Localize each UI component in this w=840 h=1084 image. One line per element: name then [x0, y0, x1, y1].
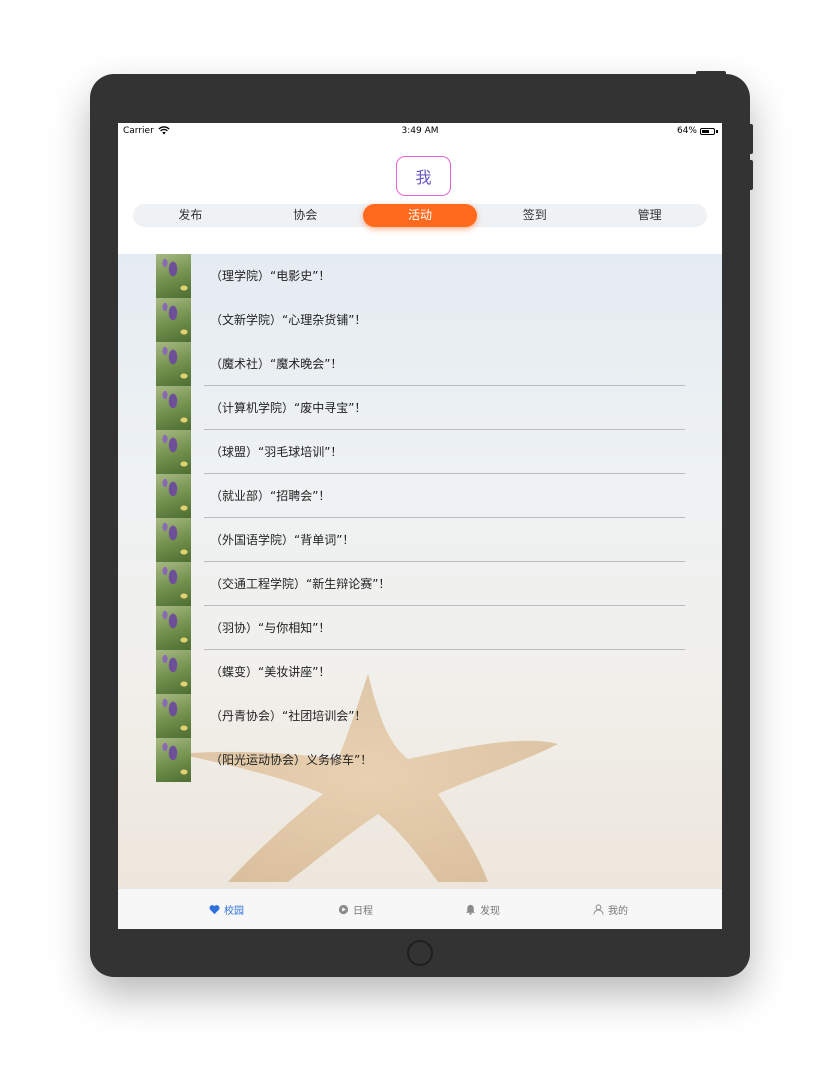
play-circle-icon: [338, 904, 349, 915]
list-item[interactable]: （丹青协会）“社团培训会”！: [118, 694, 722, 738]
event-thumbnail: [156, 474, 191, 518]
tab-label: 我的: [608, 905, 628, 917]
tab-label: 校园: [224, 905, 244, 917]
volume-up-button: [748, 124, 753, 154]
event-title: （理学院）“电影史”！: [210, 269, 331, 283]
list-item[interactable]: （就业部）“招聘会”！: [118, 474, 722, 518]
segment-association[interactable]: 协会: [248, 204, 363, 227]
event-title: （外国语学院）“背单词”！: [210, 533, 355, 547]
battery-percent: 64%: [676, 126, 697, 136]
event-title: （计算机学院）“废中寻宝”！: [210, 401, 367, 415]
activity-list-area: （理学院）“电影史”！ （文新学院）“心理杂货铺”！ （魔术社）“魔术晚会”！ …: [118, 254, 722, 888]
event-thumbnail: [156, 298, 191, 342]
tab-discover[interactable]: 发现: [465, 889, 500, 929]
avatar[interactable]: 我: [396, 156, 451, 196]
segment-publish[interactable]: 发布: [133, 204, 248, 227]
tab-label: 发现: [480, 905, 500, 917]
volume-down-button: [748, 160, 753, 190]
event-thumbnail: [156, 562, 191, 606]
app-screen: Carrier 3:49 AM 64% 我 发布 协会 活动 签到 管理 （理学…: [118, 123, 722, 929]
event-thumbnail: [156, 606, 191, 650]
event-thumbnail: [156, 518, 191, 562]
person-icon: [593, 903, 604, 915]
home-button[interactable]: [407, 940, 433, 966]
battery-icon: [700, 127, 715, 135]
list-item[interactable]: （魔术社）“魔术晚会”！: [118, 342, 722, 386]
power-button: [696, 71, 726, 77]
list-item[interactable]: （球盟）“羽毛球培训”！: [118, 430, 722, 474]
bottom-tab-bar: 校园 日程 发现 我的: [118, 888, 722, 929]
event-title: （羽协）“与你相知”！: [210, 621, 331, 635]
event-thumbnail: [156, 694, 191, 738]
list-item[interactable]: （交通工程学院）“新生辩论赛”！: [118, 562, 722, 606]
segmented-control: 发布 协会 活动 签到 管理: [133, 204, 707, 227]
list-item[interactable]: （计算机学院）“废中寻宝”！: [118, 386, 722, 430]
event-title: （球盟）“羽毛球培训”！: [210, 445, 343, 459]
status-bar: Carrier 3:49 AM 64%: [118, 123, 722, 141]
event-title: （文新学院）“心理杂货铺”！: [210, 313, 367, 327]
tab-campus[interactable]: 校园: [209, 889, 244, 929]
list-item[interactable]: （蝶变）“美妆讲座”！: [118, 650, 722, 694]
event-title: （丹青协会）“社团培训会”！: [210, 709, 367, 723]
status-time: 3:49 AM: [401, 126, 439, 136]
event-thumbnail: [156, 254, 191, 298]
tab-mine[interactable]: 我的: [593, 889, 628, 929]
event-title: （阳光运动协会）义务修车”！: [210, 753, 373, 767]
tab-label: 日程: [353, 905, 373, 917]
list-item[interactable]: （外国语学院）“背单词”！: [118, 518, 722, 562]
event-thumbnail: [156, 738, 191, 782]
list-item[interactable]: （文新学院）“心理杂货铺”！: [118, 298, 722, 342]
event-thumbnail: [156, 342, 191, 386]
event-title: （魔术社）“魔术晚会”！: [210, 357, 343, 371]
list-item[interactable]: （羽协）“与你相知”！: [118, 606, 722, 650]
event-thumbnail: [156, 430, 191, 474]
activity-list: （理学院）“电影史”！ （文新学院）“心理杂货铺”！ （魔术社）“魔术晚会”！ …: [118, 254, 722, 782]
battery-indicator: 64%: [677, 126, 718, 136]
bell-icon: [465, 904, 476, 915]
segment-activity[interactable]: 活动: [362, 204, 478, 227]
tab-schedule[interactable]: 日程: [338, 889, 373, 929]
event-title: （就业部）“招聘会”！: [210, 489, 331, 503]
list-item[interactable]: （理学院）“电影史”！: [118, 254, 722, 298]
event-thumbnail: [156, 650, 191, 694]
event-title: （蝶变）“美妆讲座”！: [210, 665, 331, 679]
segment-checkin[interactable]: 签到: [477, 204, 592, 227]
heart-icon: [209, 904, 220, 915]
list-item[interactable]: （阳光运动协会）义务修车”！: [118, 738, 722, 782]
segment-manage[interactable]: 管理: [592, 204, 707, 227]
event-title: （交通工程学院）“新生辩论赛”！: [210, 577, 391, 591]
event-thumbnail: [156, 386, 191, 430]
